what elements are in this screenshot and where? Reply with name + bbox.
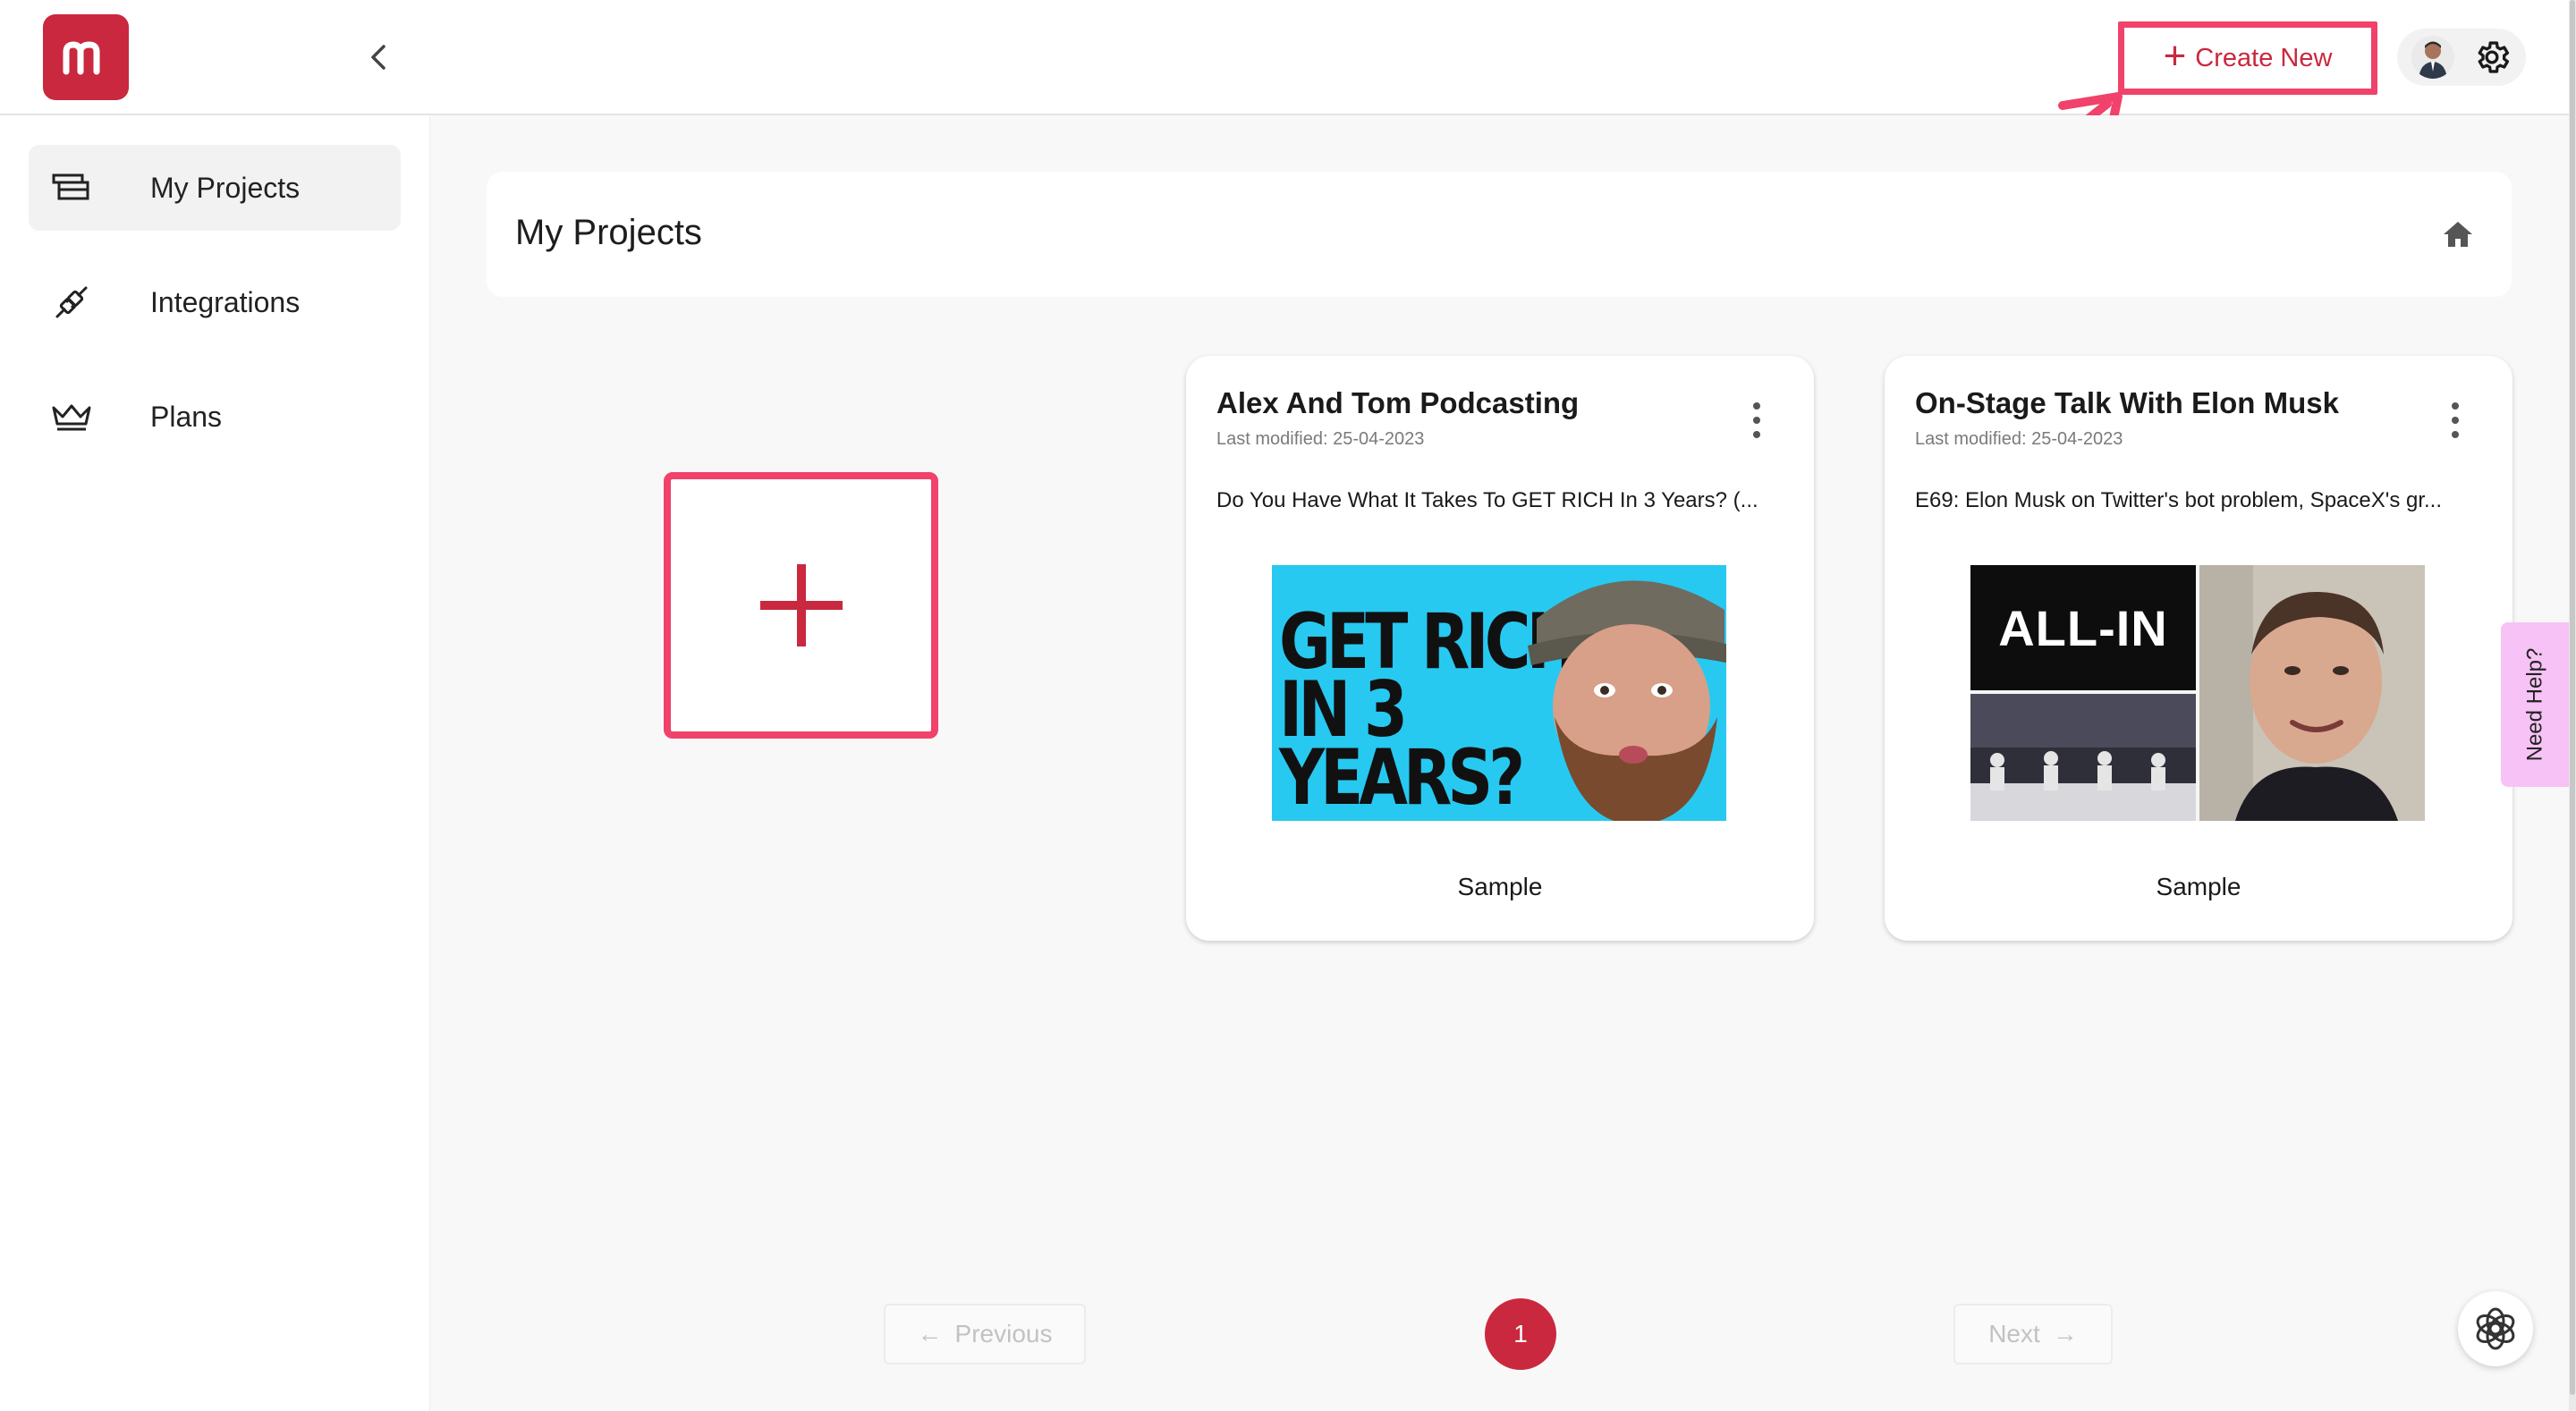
chevron-left-icon	[371, 45, 386, 70]
project-title: On-Stage Talk With Elon Musk	[1915, 386, 2339, 419]
user-avatar[interactable]	[2411, 36, 2454, 79]
settings-button[interactable]	[2469, 34, 2515, 80]
sidebar-item-label: Plans	[150, 400, 223, 433]
project-tag: Sample	[2156, 873, 2241, 900]
project-title: Alex And Tom Podcasting	[1216, 386, 1580, 419]
pagination-page-1[interactable]: 1	[1485, 1298, 1556, 1370]
project-thumbnail: ALL-IN	[1970, 565, 2425, 821]
next-label: Next	[1988, 1320, 2040, 1348]
thumbnail-stage-image	[1970, 694, 2196, 821]
project-last-modified: Last modified: 25-04-2023	[1915, 429, 2123, 449]
need-help-label: Need Help?	[2522, 647, 2546, 762]
thumbnail-logo: ALL-IN	[1970, 565, 2196, 690]
pagination-previous-button[interactable]: ← Previous	[884, 1304, 1086, 1365]
create-new-button[interactable]: + Create New	[2129, 32, 2367, 84]
project-description: E69: Elon Musk on Twitter's bot problem,…	[1915, 488, 2443, 512]
crown-icon	[47, 392, 97, 442]
project-card[interactable]: Alex And Tom Podcasting Last modified: 2…	[1186, 356, 1814, 941]
thumbnail-person-image	[1528, 580, 1726, 821]
need-help-tab[interactable]: Need Help?	[2501, 622, 2569, 787]
chat-assistant-button[interactable]	[2458, 1291, 2533, 1366]
project-tag: Sample	[1457, 873, 1543, 900]
pagination-next-button[interactable]: Next →	[1953, 1304, 2113, 1365]
plus-icon: +	[2163, 34, 2187, 78]
arrow-left-icon: ←	[917, 1320, 943, 1348]
collapse-sidebar-button[interactable]	[358, 36, 401, 79]
plug-icon	[47, 277, 97, 327]
previous-label: Previous	[954, 1320, 1053, 1348]
add-project-tile[interactable]	[664, 472, 938, 739]
chat-bot-icon	[2476, 1307, 2515, 1350]
page-title: My Projects	[515, 213, 702, 252]
thumbnail-person-image	[2199, 565, 2425, 821]
more-options-icon[interactable]	[1748, 402, 1766, 438]
project-thumbnail: GET RICH IN 3 YEARS?	[1272, 565, 1726, 821]
page-header-card	[487, 172, 2512, 297]
sidebar-item-integrations[interactable]: Integrations	[29, 259, 401, 345]
sidebar-item-my-projects[interactable]: My Projects	[29, 145, 401, 231]
home-button[interactable]	[2438, 215, 2478, 254]
arrow-right-icon: →	[2052, 1320, 2078, 1348]
app-logo[interactable]	[43, 14, 129, 100]
sidebar-item-label: Integrations	[150, 285, 301, 318]
project-card[interactable]: On-Stage Talk With Elon Musk Last modifi…	[1885, 356, 2512, 941]
page-scrollbar[interactable]	[2569, 0, 2576, 1411]
plus-icon	[759, 564, 843, 646]
project-description: Do You Have What It Takes To GET RICH In…	[1216, 488, 1758, 512]
more-options-icon[interactable]	[2446, 402, 2464, 438]
logo-m-icon	[63, 41, 100, 75]
projects-icon	[47, 163, 97, 213]
home-icon	[2444, 222, 2472, 247]
sidebar-item-label: My Projects	[150, 171, 301, 204]
gear-icon	[2478, 41, 2510, 73]
project-last-modified: Last modified: 25-04-2023	[1216, 429, 1425, 449]
avatar-image	[2411, 36, 2454, 79]
sidebar-item-plans[interactable]: Plans	[29, 374, 401, 460]
create-new-label: Create New	[2195, 43, 2333, 72]
